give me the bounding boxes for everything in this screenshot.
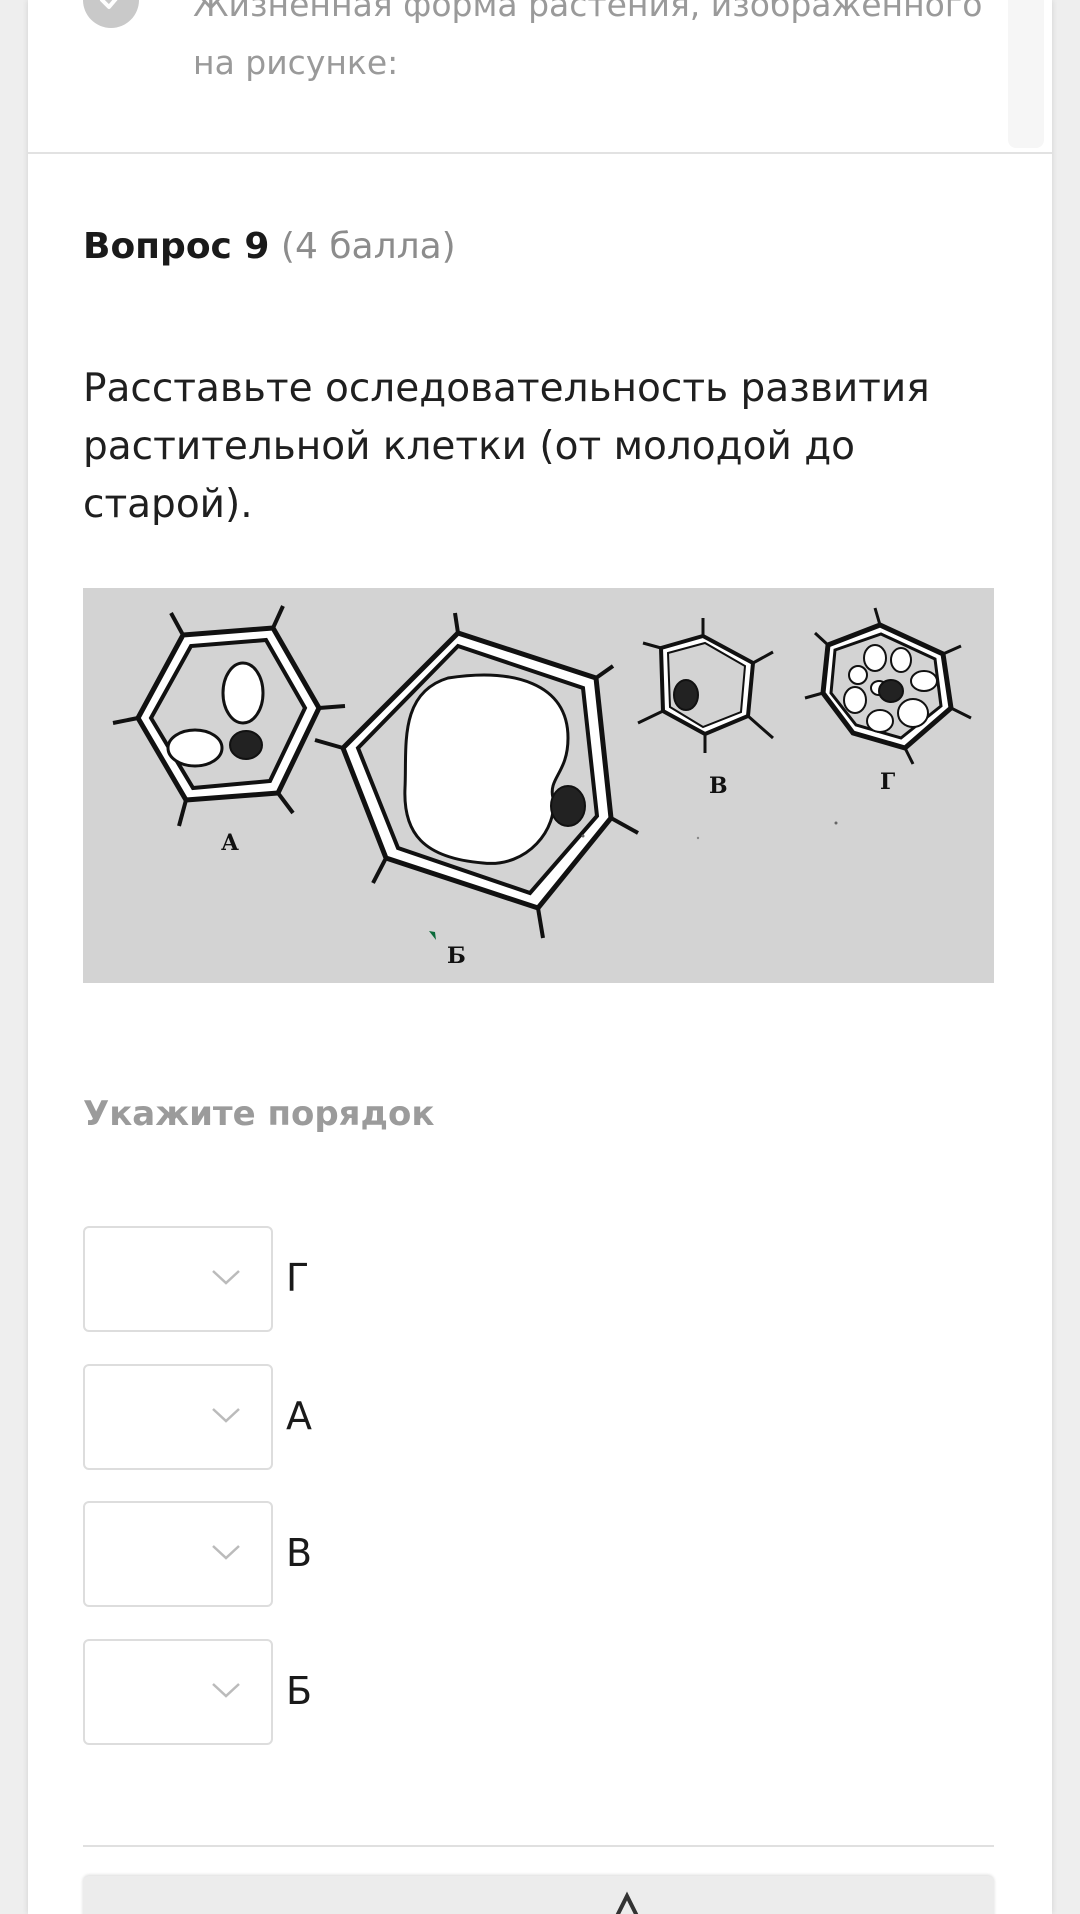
chevron-down-icon [212, 1408, 240, 1423]
cell-label-a: А [221, 830, 239, 856]
cell-label-d: Г [880, 769, 895, 795]
cell-c-drawing [637, 618, 774, 753]
order-select[interactable] [83, 1501, 273, 1607]
next-panel[interactable] [83, 1876, 994, 1914]
cell-b-drawing [314, 612, 639, 940]
cell-a-drawing [112, 605, 346, 827]
order-item-label: Г [286, 1256, 310, 1300]
order-row: В [83, 1501, 683, 1611]
order-select[interactable] [83, 1639, 273, 1745]
order-row: А [83, 1364, 683, 1474]
cell-label-c: В [709, 773, 728, 799]
order-select[interactable] [83, 1226, 273, 1332]
question-header: Вопрос 9 (4 балла) [83, 222, 456, 272]
order-item-label: А [286, 1394, 312, 1438]
divider [83, 1845, 994, 1847]
cell-d-drawing [804, 607, 972, 765]
order-item-label: Б [286, 1669, 313, 1713]
order-select[interactable] [83, 1364, 273, 1470]
chevron-down-icon [212, 1270, 240, 1285]
order-instruction: Укажите порядок [83, 1094, 435, 1134]
question-card: Жизненная форма растения, изображенного … [28, 0, 1052, 1914]
previous-question: Жизненная форма растения, изображенного … [28, 0, 1052, 154]
check-icon [83, 0, 139, 28]
page: Жизненная форма растения, изображенного … [0, 0, 1080, 1914]
order-row: Г [83, 1226, 683, 1336]
question-title: Вопрос 9 [83, 226, 270, 267]
cell-label-b: Б [447, 943, 466, 969]
question-text: Расставьте оследовательность развития ра… [83, 366, 930, 527]
chevron-down-icon [212, 1545, 240, 1560]
question-points: (4 балла) [280, 226, 456, 267]
chevron-down-icon [212, 1683, 240, 1698]
order-row: Б [83, 1639, 683, 1749]
scroll-track[interactable] [1008, 0, 1044, 148]
order-item-label: В [286, 1531, 313, 1575]
plant-cells-figure: А Б В Г [83, 588, 994, 983]
previous-question-text: Жизненная форма растения, изображенного … [193, 0, 983, 82]
arrow-icon [615, 1891, 639, 1914]
